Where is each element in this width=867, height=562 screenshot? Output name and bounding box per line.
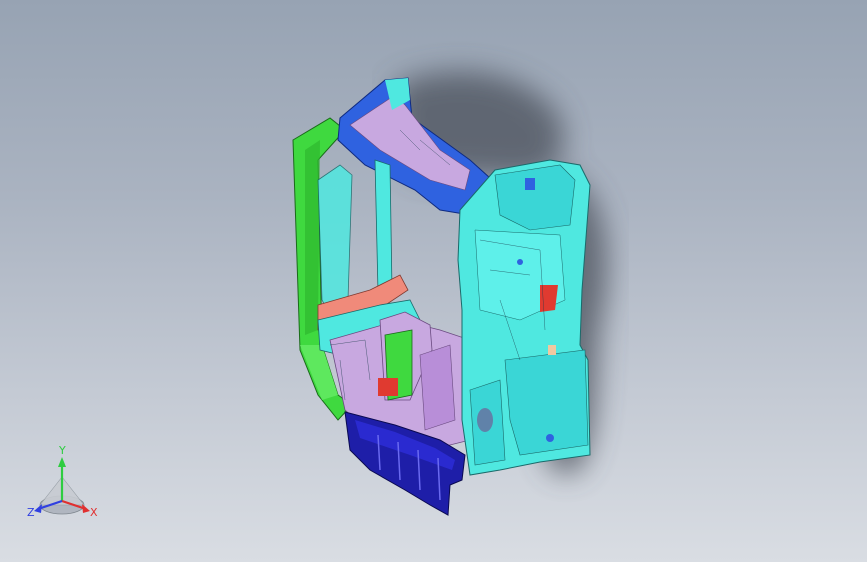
- y-axis-label: Y: [59, 444, 66, 457]
- 3d-model-view[interactable]: [0, 0, 867, 562]
- right-cyan-panel: [457, 159, 591, 476]
- z-axis-label: Z: [27, 506, 35, 519]
- graphics-viewport[interactable]: Y X Z: [0, 0, 867, 562]
- x-axis-label: X: [90, 506, 98, 519]
- coordinate-triad[interactable]: Y X Z: [20, 445, 110, 525]
